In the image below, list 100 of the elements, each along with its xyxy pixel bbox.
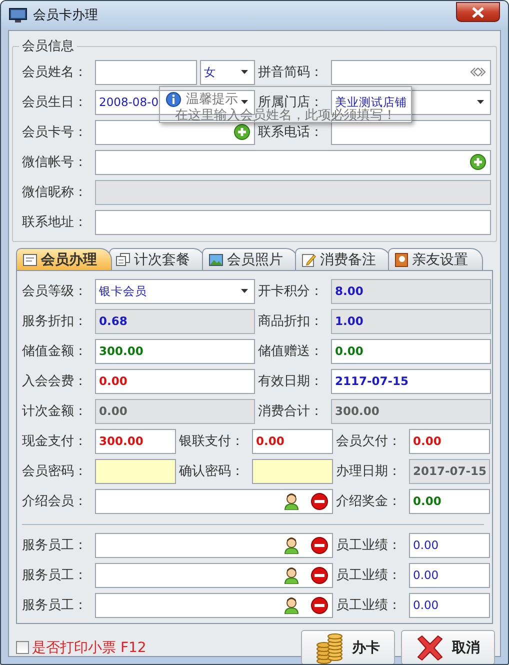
readonly-field[interactable]: 0.00 — [95, 398, 255, 424]
password-field[interactable] — [95, 458, 176, 484]
field-value: 女 — [204, 64, 216, 80]
text-field[interactable] — [95, 120, 255, 144]
field-label: 会员密码： — [22, 463, 88, 480]
text-field[interactable]: 2117-07-15 — [331, 368, 491, 394]
pencil-note-icon — [302, 252, 316, 266]
text-field[interactable]: 0.00 — [409, 488, 490, 514]
tab[interactable]: 计次套餐 — [109, 248, 205, 270]
field-label: 会员生日： — [22, 94, 88, 111]
field-label: 联系地址： — [22, 214, 88, 231]
field-value: 银卡会员 — [99, 284, 147, 298]
text-field[interactable]: 300.00 — [95, 338, 255, 364]
field-label: 服务员工： — [22, 537, 88, 554]
readonly-field[interactable]: 2017-07-15 — [409, 458, 490, 484]
field-label: 银联支付： — [179, 433, 245, 450]
field-label: 储值金额： — [22, 343, 88, 360]
text-field[interactable] — [95, 488, 333, 514]
field-label: 入会会费： — [22, 373, 88, 390]
photo-icon — [209, 254, 223, 266]
card-icon — [23, 254, 37, 266]
info-icon — [166, 92, 181, 106]
dropdown[interactable]: 银卡会员 — [95, 278, 255, 304]
field-label: 会员卡号： — [22, 124, 88, 141]
submit-button[interactable]: 办卡 — [301, 630, 395, 664]
person-icon[interactable] — [284, 596, 299, 614]
field-label: 确认密码： — [179, 463, 245, 480]
remove-icon[interactable] — [311, 566, 328, 584]
double-chevron-icon[interactable] — [470, 67, 486, 77]
remove-icon[interactable] — [311, 536, 328, 554]
field-value: 0.00 — [413, 598, 439, 612]
monitor-icon — [9, 8, 27, 22]
close-icon — [472, 6, 484, 18]
text-field[interactable]: 0.00 — [252, 428, 333, 454]
field-value: 2117-07-15 — [335, 374, 409, 388]
field-label: 联系电话： — [258, 124, 324, 141]
tab[interactable]: 会员照片 — [202, 248, 298, 270]
field-label: 员工业绩： — [336, 597, 402, 614]
field-label: 现金支付： — [22, 433, 88, 450]
text-field[interactable] — [95, 60, 197, 84]
tab[interactable]: 消费备注 — [295, 248, 391, 270]
text-field[interactable]: 0.00 — [95, 368, 255, 394]
text-field[interactable] — [95, 592, 333, 618]
tab[interactable]: 亲友设置 — [388, 248, 483, 270]
text-field[interactable] — [95, 150, 491, 174]
field-label: 会员等级： — [22, 283, 88, 300]
person-icon[interactable] — [284, 492, 299, 510]
person-icon[interactable] — [284, 536, 299, 554]
readonly-field[interactable]: 8.00 — [331, 278, 491, 304]
tab[interactable]: 会员办理 — [16, 248, 112, 270]
add-icon[interactable] — [234, 124, 250, 140]
field-value: 0.00 — [413, 568, 439, 582]
field-value: 2017-07-15 — [413, 464, 487, 478]
tooltip-title: 温馨提示 — [186, 91, 238, 108]
cancel-button[interactable]: 取消 — [401, 630, 495, 664]
field-label: 会员姓名： — [22, 64, 88, 81]
readonly-field[interactable]: 300.00 — [331, 398, 491, 424]
text-field[interactable]: 0.00 — [409, 532, 490, 558]
field-value: 0.00 — [256, 434, 284, 448]
person-icon[interactable] — [284, 566, 299, 584]
pages-icon — [116, 253, 130, 266]
field-label: 有效日期： — [258, 373, 324, 390]
dropdown[interactable]: 女 — [200, 60, 255, 84]
field-value: 0.00 — [99, 404, 128, 418]
password-field[interactable] — [252, 458, 333, 484]
caret-icon — [477, 100, 484, 104]
field-label: 消费合计： — [258, 403, 324, 420]
checkbox[interactable] — [16, 641, 29, 654]
field-value: 美业测试店铺 — [335, 94, 407, 108]
caret-icon — [241, 289, 248, 293]
field-value: 1.00 — [335, 314, 364, 328]
text-field[interactable]: 300.00 — [95, 428, 176, 454]
text-field[interactable]: 0.00 — [409, 592, 490, 618]
field-label: 介绍会员： — [22, 493, 88, 510]
field-label: 会员欠付： — [336, 433, 402, 450]
close-button[interactable] — [456, 2, 500, 22]
text-field[interactable] — [95, 210, 491, 234]
readonly-field[interactable]: 0.68 — [95, 308, 255, 334]
remove-icon[interactable] — [311, 596, 328, 614]
window-title: 会员卡办理 — [33, 7, 98, 24]
field-label: 员工业绩： — [336, 537, 402, 554]
remove-icon[interactable] — [311, 492, 328, 510]
field-value: 300.00 — [99, 344, 144, 358]
field-value: 300.00 — [99, 434, 144, 448]
field-label: 计次金额： — [22, 403, 88, 420]
field-value: 0.68 — [99, 314, 128, 328]
text-field[interactable] — [331, 120, 491, 144]
text-field[interactable] — [95, 532, 333, 558]
text-field[interactable]: 0.00 — [409, 562, 490, 588]
readonly-field[interactable] — [95, 180, 491, 204]
field-label: 商品折扣： — [258, 313, 324, 330]
field-label: 服务员工： — [22, 597, 88, 614]
field-value: 300.00 — [335, 404, 380, 418]
text-field[interactable]: 0.00 — [409, 428, 490, 454]
text-field[interactable] — [331, 60, 491, 84]
text-field[interactable]: 0.00 — [331, 338, 491, 364]
readonly-field[interactable]: 1.00 — [331, 308, 491, 334]
text-field[interactable] — [95, 562, 333, 588]
add-icon[interactable] — [470, 154, 486, 170]
field-label: 储值赠送： — [258, 343, 324, 360]
